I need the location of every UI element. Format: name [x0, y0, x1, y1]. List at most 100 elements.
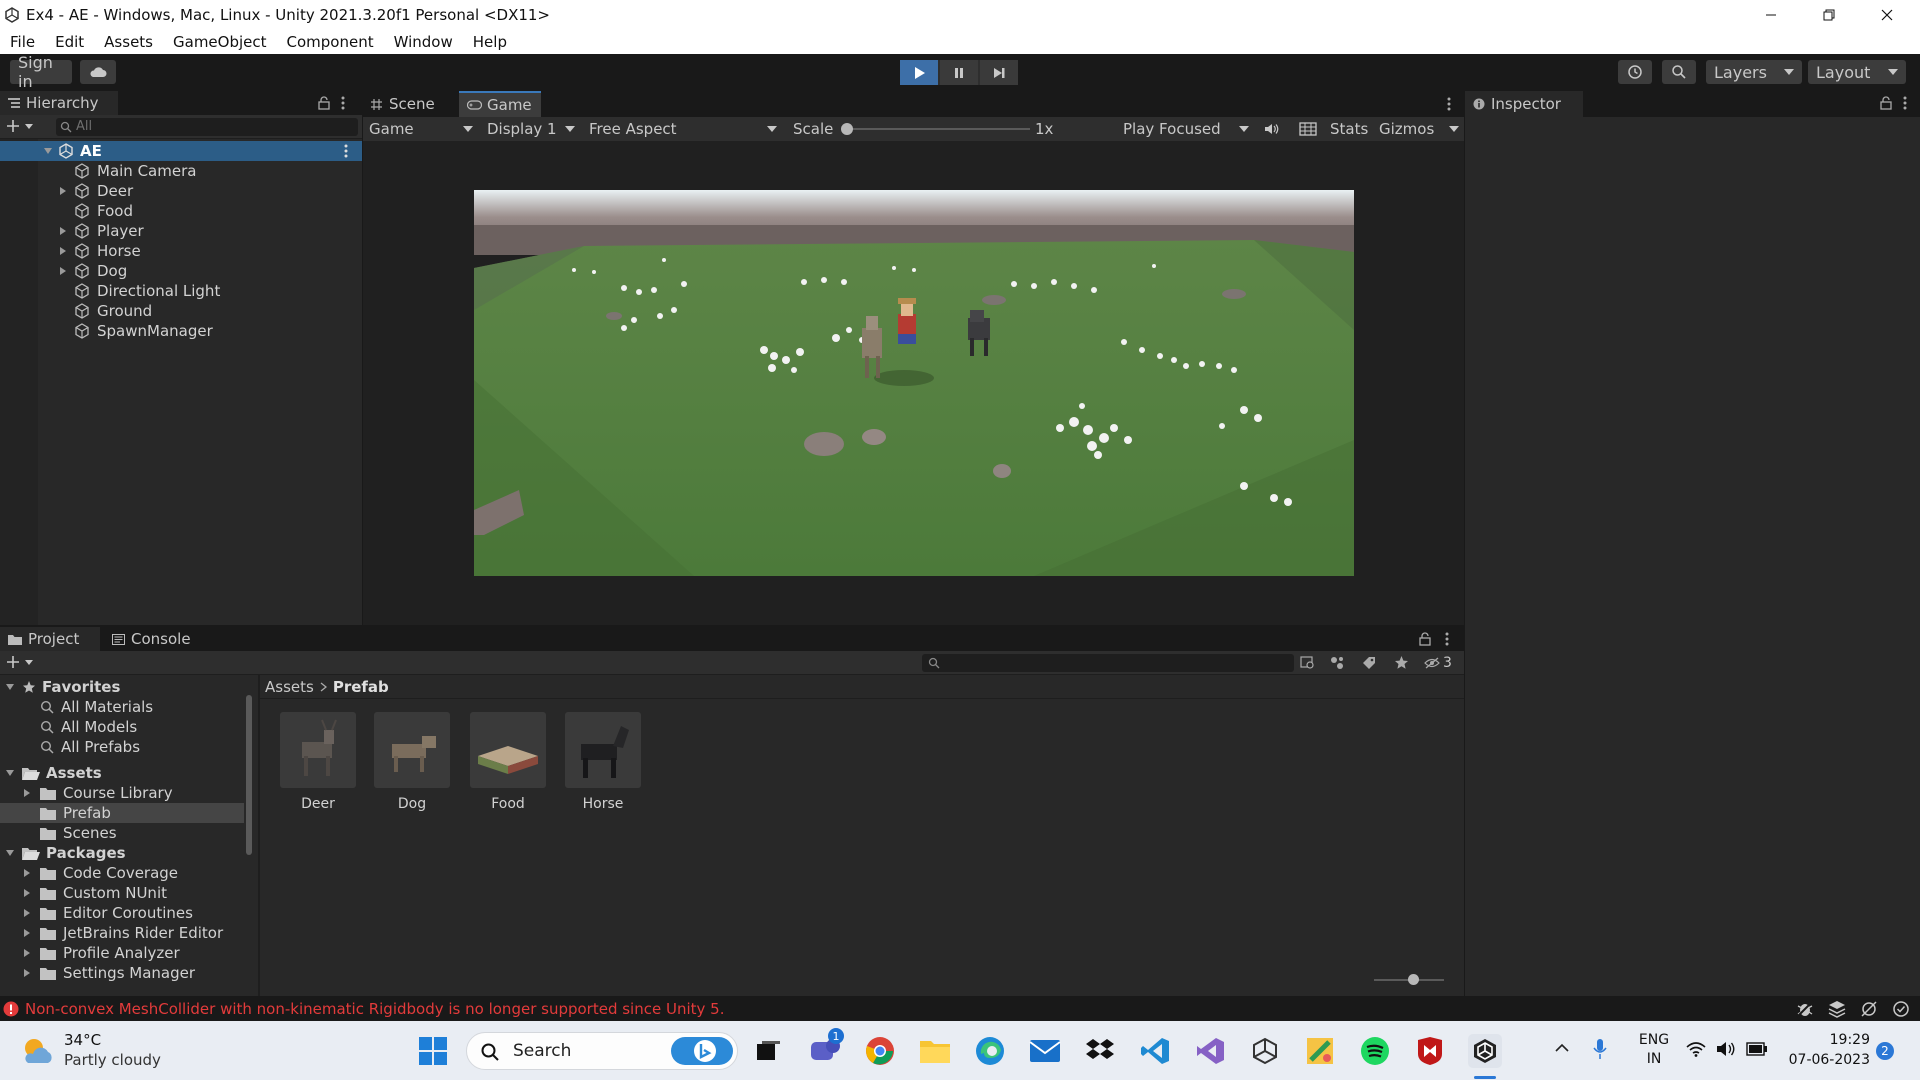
hierarchy-item[interactable]: Directional Light: [0, 281, 362, 301]
hierarchy-item[interactable]: Main Camera: [0, 161, 362, 181]
breadcrumb-assets[interactable]: Assets: [265, 678, 314, 696]
dropbox-icon[interactable]: [1083, 1034, 1117, 1068]
play-button[interactable]: [900, 60, 938, 85]
play-mode-dropdown[interactable]: Play Focused: [1123, 117, 1253, 141]
project-search-input[interactable]: [922, 654, 1294, 672]
breadcrumb-prefab[interactable]: Prefab: [333, 678, 389, 696]
assets-folder[interactable]: Prefab: [0, 803, 244, 823]
bing-chat-icon[interactable]: [671, 1037, 733, 1065]
expand-arrow-icon[interactable]: [60, 267, 66, 275]
volume-icon[interactable]: [1716, 1041, 1736, 1057]
hierarchy-item[interactable]: Food: [0, 201, 362, 221]
favorites-item[interactable]: All Materials: [0, 697, 244, 717]
scrollbar-thumb[interactable]: [246, 695, 252, 855]
package-folder[interactable]: Settings Manager: [0, 963, 244, 983]
gizmos-dropdown[interactable]: Gizmos: [1379, 117, 1463, 141]
expand-arrow-icon[interactable]: [60, 187, 66, 195]
tab-hierarchy[interactable]: Hierarchy: [0, 91, 118, 115]
package-folder[interactable]: Editor Coroutines: [0, 903, 244, 923]
clock[interactable]: 19:29 07-06-2023: [1770, 1030, 1870, 1070]
menu-gameobject[interactable]: GameObject: [163, 33, 277, 51]
assets-folder[interactable]: Course Library: [0, 783, 244, 803]
package-folder[interactable]: Code Coverage: [0, 863, 244, 883]
more-options-icon[interactable]: [1444, 632, 1450, 646]
favorites-item[interactable]: All Models: [0, 717, 244, 737]
tag-icon[interactable]: [1362, 656, 1376, 670]
step-button[interactable]: [980, 60, 1018, 85]
prefab-thumbnail-deer[interactable]: [280, 712, 356, 788]
scale-slider[interactable]: [842, 128, 1030, 130]
minimize-button[interactable]: [1742, 0, 1800, 29]
tab-scene[interactable]: Scene: [363, 91, 459, 117]
lock-icon[interactable]: [1419, 632, 1431, 646]
folder-tree-scrollbar[interactable]: [244, 683, 254, 983]
microphone-icon[interactable]: [1593, 1038, 1607, 1060]
file-explorer-icon[interactable]: [918, 1034, 952, 1068]
scale-slider-handle[interactable]: [841, 123, 853, 135]
package-folder[interactable]: Custom NUnit: [0, 883, 244, 903]
expand-arrow-icon[interactable]: [24, 969, 30, 977]
teams-chat-icon[interactable]: 1: [808, 1028, 844, 1068]
input-language-indicator[interactable]: ENG IN: [1634, 1031, 1674, 1071]
prefab-label[interactable]: Deer: [273, 796, 363, 812]
frame-debugger-icon[interactable]: [1299, 117, 1317, 141]
edge-icon[interactable]: [973, 1034, 1007, 1068]
show-hidden-icons-chevron-up-icon[interactable]: [1555, 1043, 1569, 1052]
close-button[interactable]: [1858, 0, 1916, 29]
menu-edit[interactable]: Edit: [45, 33, 94, 51]
expand-arrow-icon[interactable]: [24, 929, 30, 937]
display-dropdown[interactable]: Display 1: [487, 117, 579, 141]
expand-arrow-icon[interactable]: [24, 789, 30, 797]
layers-dropdown[interactable]: Layers: [1706, 60, 1802, 84]
cloud-button[interactable]: [80, 60, 116, 84]
spotify-icon[interactable]: [1358, 1034, 1392, 1068]
check-circle-icon[interactable]: [1892, 1000, 1910, 1018]
task-view-icon[interactable]: [752, 1034, 786, 1068]
game-view-dropdown[interactable]: Game: [369, 117, 479, 141]
star-icon[interactable]: [1394, 655, 1409, 670]
package-folder[interactable]: Profile Analyzer: [0, 943, 244, 963]
expand-arrow-icon[interactable]: [24, 909, 30, 917]
prefab-thumbnail-horse[interactable]: [565, 712, 641, 788]
menu-help[interactable]: Help: [463, 33, 517, 51]
menu-file[interactable]: File: [0, 33, 45, 51]
game-viewport[interactable]: [474, 190, 1354, 576]
sign-in-button[interactable]: Sign in: [10, 53, 72, 91]
assets-folder[interactable]: Scenes: [0, 823, 244, 843]
packages-section[interactable]: Packages: [0, 843, 244, 863]
mcafee-icon[interactable]: [1413, 1034, 1447, 1068]
prefab-label[interactable]: Dog: [367, 796, 457, 812]
expand-arrow-icon[interactable]: [24, 889, 30, 897]
layout-dropdown[interactable]: Layout: [1808, 60, 1906, 84]
hierarchy-item[interactable]: Player: [0, 221, 362, 241]
status-bar[interactable]: Non-convex MeshCollider with non-kinemat…: [0, 996, 1920, 1021]
assets-section[interactable]: Assets: [0, 763, 244, 783]
start-button[interactable]: [416, 1034, 450, 1068]
more-options-icon[interactable]: [343, 144, 349, 158]
prefab-thumbnail-dog[interactable]: [374, 712, 450, 788]
hierarchy-search-input[interactable]: All: [56, 118, 358, 136]
menu-window[interactable]: Window: [384, 33, 463, 51]
expand-arrow-icon[interactable]: [24, 949, 30, 957]
hierarchy-item[interactable]: Deer: [0, 181, 362, 201]
tab-game[interactable]: Game: [459, 91, 541, 117]
visual-studio-icon[interactable]: [1193, 1034, 1227, 1068]
tab-inspector[interactable]: Inspector: [1465, 91, 1583, 117]
menu-component[interactable]: Component: [277, 33, 384, 51]
auto-generate-lighting-icon[interactable]: [1860, 1000, 1878, 1018]
expand-arrow-icon[interactable]: [6, 850, 14, 856]
expand-arrow-icon[interactable]: [60, 227, 66, 235]
hierarchy-item[interactable]: Horse: [0, 241, 362, 261]
chrome-icon[interactable]: [863, 1034, 897, 1068]
notification-badge[interactable]: 2: [1876, 1042, 1894, 1060]
restore-button[interactable]: [1800, 0, 1858, 29]
mute-audio-icon[interactable]: [1264, 117, 1280, 141]
tab-project[interactable]: Project: [0, 627, 100, 651]
hierarchy-item[interactable]: Dog: [0, 261, 362, 281]
unity-hub-icon[interactable]: [1248, 1034, 1282, 1068]
prefab-label[interactable]: Horse: [558, 796, 648, 812]
debug-icon[interactable]: [1796, 1000, 1814, 1018]
history-button[interactable]: [1618, 60, 1652, 84]
filter-by-label-icon[interactable]: [1330, 656, 1346, 670]
more-options-icon[interactable]: [1902, 96, 1908, 110]
